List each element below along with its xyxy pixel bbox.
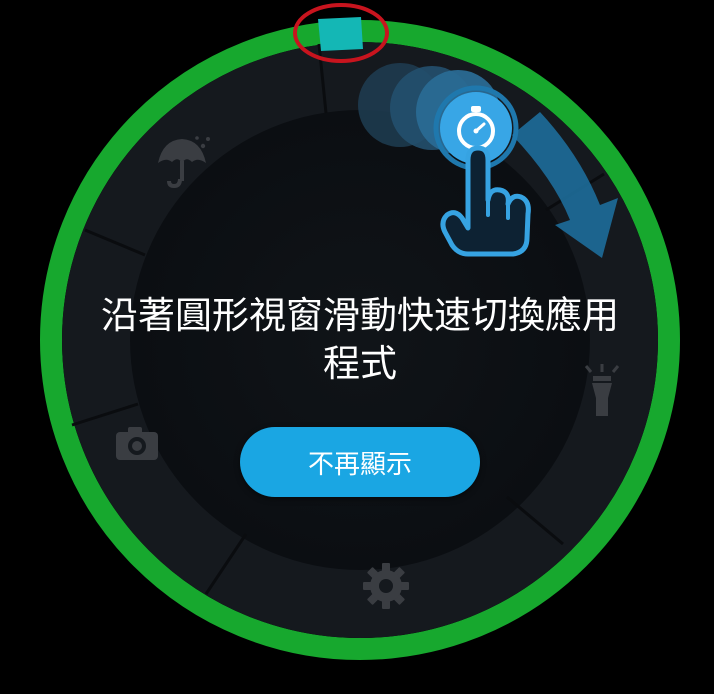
gear-icon bbox=[363, 563, 409, 609]
dont-show-again-button[interactable]: 不再顯示 bbox=[240, 427, 480, 497]
tutorial-message-line1: 沿著圓形視窗滑動快速切換應用 bbox=[101, 294, 619, 337]
tutorial-message: 沿著圓形視窗滑動快速切換應用 程式 bbox=[60, 292, 660, 388]
watch-screen: 沿著圓形視窗滑動快速切換應用 程式 不再顯示 bbox=[0, 0, 714, 694]
position-marker bbox=[318, 17, 363, 51]
tutorial-message-line2: 程式 bbox=[323, 342, 397, 385]
